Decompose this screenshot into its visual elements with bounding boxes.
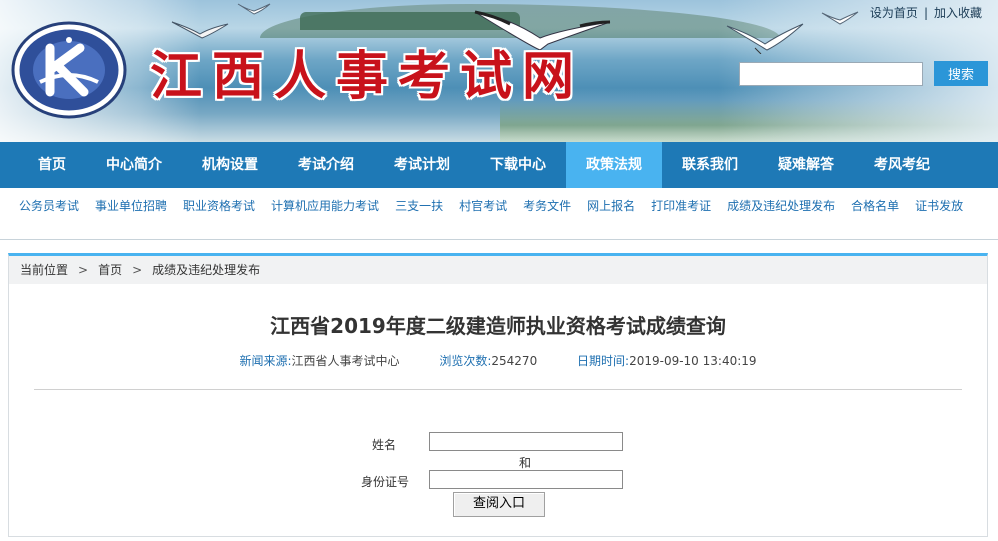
subnav-qualified-list[interactable]: 合格名单 [851, 199, 899, 213]
jiangxi-exam-center-logo-icon [11, 21, 127, 119]
nav-item-home[interactable]: 首页 [22, 142, 82, 188]
crane-bird-icon [726, 23, 804, 54]
source-label: 新闻来源: [239, 354, 292, 368]
nav-item-faq[interactable]: 疑难解答 [768, 142, 844, 188]
subnav-sanzhi-yifu[interactable]: 三支一扶 [395, 199, 443, 213]
main-nav: 首页 中心简介 机构设置 考试介绍 考试计划 下载中心 政策法规 联系我们 疑难… [0, 142, 998, 188]
subnav-exam-documents[interactable]: 考务文件 [523, 199, 571, 213]
name-label: 姓名 [372, 438, 397, 452]
nav-item-exam-plan[interactable]: 考试计划 [384, 142, 460, 188]
nav-item-exam-intro[interactable]: 考试介绍 [288, 142, 364, 188]
subnav-computer-skills[interactable]: 计算机应用能力考试 [271, 199, 379, 213]
query-submit-button[interactable]: 查阅入口 [453, 492, 545, 517]
breadcrumb-current[interactable]: 成绩及违纪处理发布 [152, 263, 260, 277]
nav-item-organization[interactable]: 机构设置 [192, 142, 268, 188]
nav-item-discipline[interactable]: 考风考纪 [864, 142, 940, 188]
id-number-label: 身份证号 [361, 475, 410, 489]
subnav-village-official[interactable]: 村官考试 [459, 199, 507, 213]
crane-bird-icon [237, 3, 271, 15]
breadcrumb: 当前位置 > 首页 > 成绩及违纪处理发布 [9, 256, 987, 284]
and-text: 和 [519, 456, 532, 470]
search-button[interactable]: 搜索 [934, 61, 988, 86]
nav-item-about[interactable]: 中心简介 [96, 142, 172, 188]
top-links-separator: | [923, 6, 928, 20]
subnav-public-institution[interactable]: 事业单位招聘 [95, 199, 167, 213]
name-input[interactable] [429, 432, 623, 451]
article-title: 江西省2019年度二级建造师执业资格考试成绩查询 [270, 314, 726, 338]
views-value: 254270 [491, 354, 538, 368]
article-meta: 新闻来源:江西省人事考试中心 浏览次数:254270 日期时间:2019-09-… [9, 352, 987, 369]
nav-item-contact[interactable]: 联系我们 [672, 142, 748, 188]
top-links: 设为首页 | 加入收藏 [870, 4, 982, 21]
sub-nav: 公务员考试 事业单位招聘 职业资格考试 计算机应用能力考试 三支一扶 村官考试 考务文件 网上… [0, 188, 998, 240]
subnav-online-registration[interactable]: 网上报名 [587, 199, 635, 213]
set-homepage-link[interactable]: 设为首页 [870, 6, 918, 20]
subnav-print-admission[interactable]: 打印准考证 [651, 199, 711, 213]
views-label: 浏览次数: [439, 354, 492, 368]
subnav-scores-violations[interactable]: 成绩及违纪处理发布 [727, 199, 835, 213]
date-value: 2019-09-10 13:40:19 [629, 354, 757, 368]
breadcrumb-home[interactable]: 首页 [98, 263, 122, 277]
breadcrumb-separator: > [78, 263, 89, 277]
divider [34, 389, 962, 390]
subnav-certificate-issuance[interactable]: 证书发放 [915, 199, 963, 213]
breadcrumb-label: 当前位置 [20, 263, 69, 277]
subnav-civil-servant[interactable]: 公务员考试 [19, 199, 79, 213]
source-value: 江西省人事考试中心 [291, 354, 400, 368]
subnav-professional-qualification[interactable]: 职业资格考试 [183, 199, 255, 213]
search-input[interactable] [739, 62, 923, 86]
nav-item-policy[interactable]: 政策法规 [566, 142, 662, 188]
site-title: 江西人事考试网 [150, 46, 585, 107]
date-label: 日期时间: [577, 354, 630, 368]
header-banner: 江西人事考试网 设为首页 | 加入收藏 搜索 [0, 0, 998, 142]
breadcrumb-separator: > [132, 263, 143, 277]
nav-item-downloads[interactable]: 下载中心 [480, 142, 556, 188]
add-favorite-link[interactable]: 加入收藏 [934, 6, 982, 20]
crane-bird-icon [821, 11, 859, 25]
content-box: 当前位置 > 首页 > 成绩及违纪处理发布 江西省2019年度二级建造师执业资格考试成绩… [8, 253, 988, 537]
id-number-input[interactable] [429, 470, 623, 489]
